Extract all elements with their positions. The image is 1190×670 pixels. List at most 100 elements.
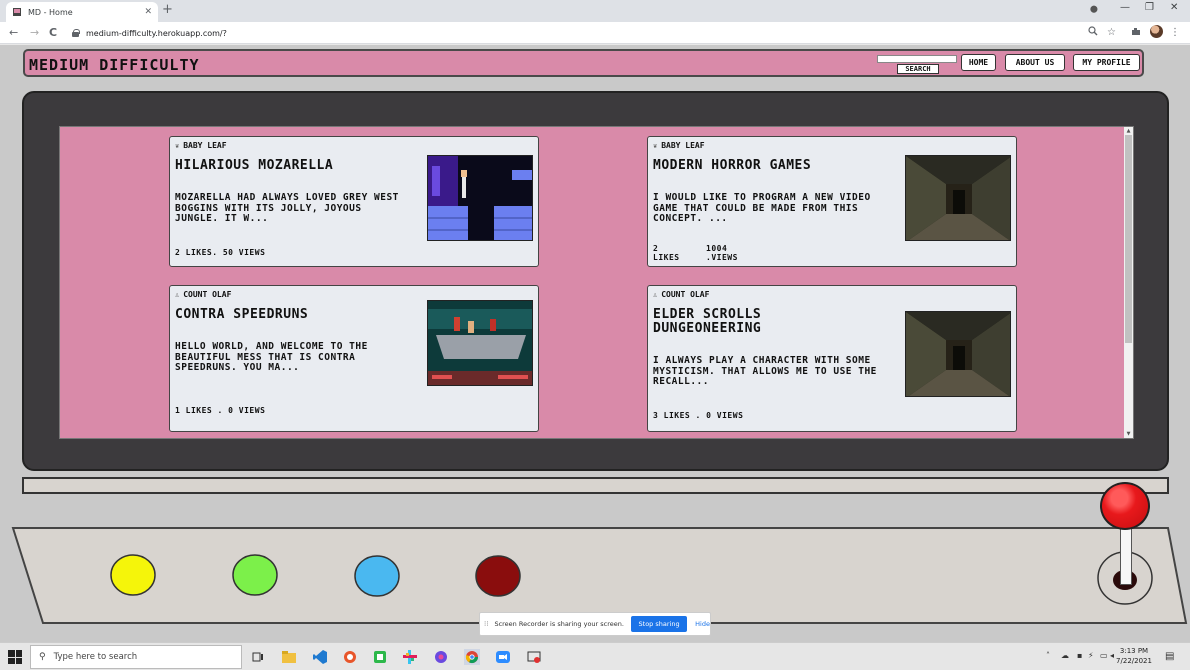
taskbar-search[interactable]: ⚲ Type here to search — [30, 645, 242, 669]
zoom-app-icon[interactable] — [495, 649, 511, 665]
nav-profile-link[interactable]: MY PROFILE — [1073, 54, 1140, 71]
clock-date: 7/22/2021 — [1116, 657, 1152, 665]
post-stats: 1 LIKES . 0 VIEWS — [175, 406, 266, 415]
post-author[interactable]: ❦ BABY LEAF — [175, 141, 227, 150]
joystick-ball[interactable] — [1100, 482, 1150, 530]
nav-home-link[interactable]: HOME — [961, 54, 996, 71]
arcade-cabinet: ❦ BABY LEAF HILARIOUS MOZARELLA MOZARELL… — [22, 91, 1169, 471]
window-close-button[interactable]: ✕ — [1170, 2, 1178, 13]
post-author[interactable]: ♙ COUNT OLAF — [653, 290, 709, 299]
vscode-icon[interactable] — [312, 649, 328, 665]
task-view-icon[interactable] — [250, 649, 266, 665]
share-message: Screen Recorder is sharing your screen. — [494, 620, 624, 628]
clock-time: 3:13 PM — [1119, 647, 1149, 655]
notification-center-icon[interactable]: ▤ — [1165, 651, 1174, 662]
window-maximize-button[interactable]: ❐ — [1145, 2, 1154, 13]
post-author[interactable]: ❦ BABY LEAF — [653, 141, 705, 150]
forward-button[interactable]: → — [30, 25, 39, 41]
scroll-down-icon[interactable]: ▼ — [1125, 431, 1132, 437]
address-bar[interactable]: medium-difficulty.herokuapp.com/? — [66, 25, 1071, 41]
post-thumbnail[interactable] — [427, 155, 533, 241]
post-title[interactable]: CONTRA SPEEDRUNS — [175, 308, 415, 322]
yellow-arcade-button[interactable] — [110, 554, 156, 596]
post-excerpt: I WOULD LIKE TO PROGRAM A NEW VIDEO GAME… — [653, 192, 871, 224]
screen-share-banner: ⁞⁞ Screen Recorder is sharing your scree… — [479, 612, 711, 636]
post-card[interactable]: ❦ BABY LEAF HILARIOUS MOZARELLA MOZARELL… — [169, 136, 539, 267]
back-button[interactable]: ← — [9, 25, 18, 41]
app-icon-orange[interactable] — [342, 649, 358, 665]
browser-menu-icon[interactable]: ⋮ — [1170, 26, 1180, 40]
site-brand[interactable]: MEDIUM DIFFICULTY — [29, 56, 200, 74]
post-excerpt: I ALWAYS PLAY A CHARACTER WITH SOME MYST… — [653, 355, 877, 387]
page-content: MEDIUM DIFFICULTY SEARCH HOME ABOUT US M… — [0, 45, 1190, 642]
post-likes: 2 LIKES — [653, 244, 680, 262]
url-text: medium-difficulty.herokuapp.com/? — [86, 28, 227, 38]
tab-close-icon[interactable]: ✕ — [144, 7, 152, 17]
screen-scrollbar[interactable]: ▲ ▼ — [1124, 127, 1133, 438]
tray-app-icon[interactable]: ▪ — [1077, 651, 1082, 660]
lock-icon — [72, 29, 80, 37]
cloud-icon[interactable]: ☁ — [1061, 651, 1069, 660]
post-card[interactable]: ♙ COUNT OLAF ELDER SCROLLS DUNGEONEERING… — [647, 285, 1017, 432]
blue-arcade-button[interactable] — [354, 555, 400, 597]
search-icon: ⚲ — [39, 652, 46, 662]
chrome-icon[interactable] — [464, 649, 480, 665]
post-views: 1004 .VIEWS — [706, 244, 738, 262]
profile-avatar[interactable] — [1150, 25, 1163, 38]
post-stats: 2 LIKES. 50 VIEWS — [175, 248, 266, 257]
zoom-icon[interactable] — [1088, 26, 1098, 41]
post-card[interactable]: ♙ COUNT OLAF CONTRA SPEEDRUNS HELLO WORL… — [169, 285, 539, 432]
post-excerpt: MOZARELLA HAD ALWAYS LOVED GREY WEST BOG… — [175, 192, 399, 224]
post-thumbnail[interactable] — [905, 155, 1011, 241]
site-navbar: MEDIUM DIFFICULTY SEARCH HOME ABOUT US M… — [23, 49, 1144, 77]
tab-search-icon[interactable]: ⬤ — [1090, 5, 1098, 13]
tab-title: MD - Home — [28, 7, 73, 17]
window-minimize-button[interactable]: — — [1120, 2, 1130, 13]
post-thumbnail[interactable] — [905, 311, 1011, 397]
file-explorer-icon[interactable] — [281, 649, 297, 665]
post-excerpt: HELLO WORLD, AND WELCOME TO THE BEAUTIFU… — [175, 341, 368, 373]
person-icon: ♙ — [653, 290, 658, 299]
windows-taskbar: ⚲ Type here to search ˄ ☁ ▪ ⚡ ▭ ◂ 3:13 P… — [0, 642, 1190, 670]
screen-recorder-icon[interactable] — [526, 649, 542, 665]
hide-banner-button[interactable]: Hide — [695, 620, 710, 628]
new-tab-button[interactable]: + — [162, 3, 173, 17]
scroll-up-icon[interactable]: ▲ — [1125, 128, 1132, 134]
search-input[interactable] — [877, 55, 957, 63]
arcade-screen: ❦ BABY LEAF HILARIOUS MOZARELLA MOZARELL… — [59, 126, 1134, 439]
nav-about-link[interactable]: ABOUT US — [1005, 54, 1065, 71]
browser-toolbar: ← → C medium-difficulty.herokuapp.com/? … — [0, 22, 1190, 44]
post-card[interactable]: ❦ BABY LEAF MODERN HORROR GAMES I WOULD … — [647, 136, 1017, 267]
scrollbar-thumb[interactable] — [1125, 135, 1132, 343]
search-button[interactable]: SEARCH — [897, 64, 939, 74]
arcade-favicon-icon — [12, 7, 22, 17]
green-arcade-button[interactable] — [232, 554, 278, 596]
leaf-icon: ❦ — [175, 141, 180, 150]
browser-tab[interactable]: MD - Home ✕ — [6, 2, 158, 22]
post-title[interactable]: HILARIOUS MOZARELLA — [175, 159, 415, 173]
post-stats: 3 LIKES . 0 VIEWS — [653, 411, 744, 420]
post-title[interactable]: ELDER SCROLLS DUNGEONEERING — [653, 308, 853, 336]
post-title[interactable]: MODERN HORROR GAMES — [653, 159, 893, 173]
cabinet-ledge — [22, 477, 1169, 494]
joystick-rod — [1120, 525, 1132, 585]
browser-tab-strip: MD - Home ✕ + ⬤ — ❐ ✕ — [0, 0, 1190, 22]
usb-icon[interactable]: ⚡ — [1088, 651, 1094, 660]
drag-handle-icon[interactable]: ⁞⁞ — [484, 620, 488, 628]
reload-button[interactable]: C — [49, 25, 57, 41]
slack-icon[interactable] — [402, 649, 418, 665]
red-arcade-button[interactable] — [475, 555, 521, 597]
app-icon-purple[interactable] — [433, 649, 449, 665]
leaf-icon: ❦ — [653, 141, 658, 150]
extensions-icon[interactable] — [1131, 26, 1141, 41]
bookmark-star-icon[interactable]: ☆ — [1107, 26, 1116, 40]
stop-sharing-button[interactable]: Stop sharing — [630, 616, 688, 632]
taskbar-search-placeholder: Type here to search — [53, 652, 138, 662]
windows-start-icon[interactable] — [8, 650, 22, 664]
post-author[interactable]: ♙ COUNT OLAF — [175, 290, 231, 299]
app-icon-green[interactable] — [372, 649, 388, 665]
network-icon[interactable]: ▭ — [1100, 651, 1108, 660]
system-clock[interactable]: 3:13 PM 7/22/2021 — [1112, 646, 1156, 666]
tray-chevron-icon[interactable]: ˄ — [1046, 651, 1050, 660]
post-thumbnail[interactable] — [427, 300, 533, 386]
